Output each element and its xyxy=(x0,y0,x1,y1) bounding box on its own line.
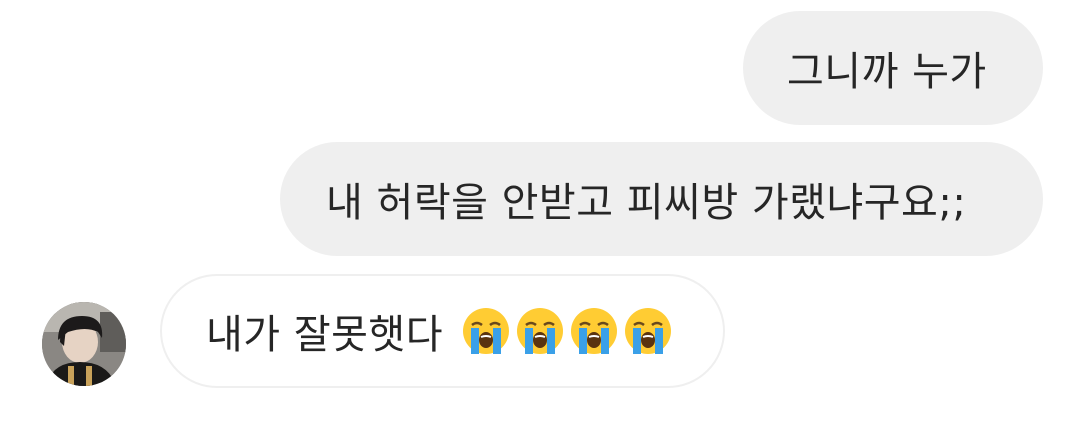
sent-message-bubble[interactable]: 그니까 누가 xyxy=(743,11,1043,125)
loudly-crying-face-icon xyxy=(517,308,564,354)
sent-message-bubble[interactable]: 내 허락을 안받고 피씨방 가랬냐구요;; xyxy=(280,142,1043,256)
loudly-crying-face-icon xyxy=(571,308,618,354)
loudly-crying-face-icon xyxy=(463,308,510,354)
message-text: 내가 잘못햇다 xyxy=(206,312,444,358)
avatar[interactable] xyxy=(42,302,126,386)
received-message-bubble[interactable]: 내가 잘못햇다 xyxy=(160,274,725,388)
loudly-crying-face-icon xyxy=(625,308,672,354)
profile-photo xyxy=(42,302,126,386)
emoji-group xyxy=(461,306,673,356)
message-text: 그니까 누가 xyxy=(787,49,987,95)
message-text: 내 허락을 안받고 피씨방 가랬냐구요;; xyxy=(326,180,967,226)
